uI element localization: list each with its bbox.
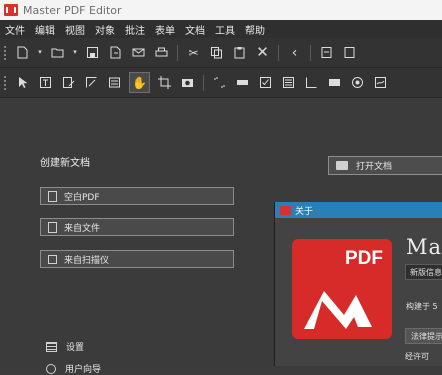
checkbox-icon[interactable] — [257, 74, 274, 91]
toolbar-separator — [177, 44, 178, 61]
blank-pdf-label: 空白PDF — [64, 192, 100, 203]
menu-help[interactable]: 帮助 — [240, 22, 270, 37]
toolbar-grip[interactable] — [3, 45, 7, 60]
menu-form[interactable]: 表单 — [150, 22, 180, 37]
create-new-doc-heading: 创建新文档 — [40, 158, 90, 169]
hand-icon[interactable]: ✋ — [129, 72, 150, 93]
tab-legal[interactable]: 法律提示 — [405, 328, 442, 344]
about-dialog: 关于 PDF Mast 新版信息 构建于 5 法律提示 经许可 — [274, 202, 442, 366]
user-guide-label: 用户向导 — [65, 365, 102, 375]
email-icon[interactable] — [130, 44, 147, 61]
dropdown-arrow-icon[interactable]: ▾ — [72, 44, 78, 61]
signature-icon[interactable] — [372, 74, 389, 91]
help-icon — [46, 363, 56, 374]
blank-pdf-button[interactable]: 空白PDF — [40, 187, 234, 205]
save-as-icon[interactable] — [107, 44, 124, 61]
master-pdf-logo: PDF — [292, 239, 392, 339]
menu-annotation[interactable]: 批注 — [120, 22, 150, 37]
open-icon[interactable] — [49, 44, 66, 61]
app-logo-icon — [280, 205, 291, 215]
menu-tools[interactable]: 工具 — [210, 22, 240, 37]
open-document-button[interactable]: 打开文档 — [328, 156, 442, 175]
textfield-icon[interactable] — [234, 74, 251, 91]
menu-bar: 文件 编辑 视图 对象 批注 表单 文档 工具 帮助 — [0, 20, 442, 38]
about-app-name: Mast — [406, 235, 442, 259]
menu-edit[interactable]: 编辑 — [30, 22, 60, 37]
save-icon[interactable] — [84, 44, 101, 61]
edit-object-icon[interactable] — [83, 74, 100, 91]
settings-label: 设置 — [66, 343, 85, 353]
from-file-label: 来自文件 — [64, 223, 101, 234]
scanner-icon — [48, 254, 57, 264]
legal-text: 经许可 — [405, 352, 429, 361]
user-guide-link[interactable]: 用户向导 — [46, 362, 101, 375]
back-icon[interactable]: ‹ — [286, 44, 303, 61]
menu-view[interactable]: 视图 — [60, 22, 90, 37]
toolbar-grip[interactable] — [3, 75, 7, 90]
delete-icon[interactable]: ✕ — [254, 44, 271, 61]
window-title: Master PDF Editor — [23, 3, 122, 17]
new-doc-icon[interactable] — [14, 44, 31, 61]
app-logo-icon — [4, 4, 18, 16]
file-icon — [48, 221, 57, 233]
logo-m-shape — [304, 291, 372, 329]
build-info: 构建于 5 — [406, 302, 438, 311]
tools-toolbar: ✋ — [0, 68, 442, 98]
radio-circle-icon[interactable] — [349, 74, 366, 91]
blank-page-icon — [48, 190, 57, 202]
settings-link[interactable]: 设置 — [46, 340, 84, 353]
toolbar-separator — [278, 44, 279, 61]
about-dialog-title: 关于 — [295, 206, 314, 217]
paste-icon[interactable] — [231, 44, 248, 61]
page-icon[interactable] — [318, 44, 335, 61]
menu-file[interactable]: 文件 — [0, 22, 30, 37]
cut-icon[interactable]: ✂ — [185, 44, 202, 61]
from-scanner-button[interactable]: 来自扫描仪 — [40, 250, 234, 268]
open-document-label: 打开文档 — [356, 162, 393, 172]
link-icon[interactable] — [211, 74, 228, 91]
crop-icon[interactable] — [156, 74, 173, 91]
print-icon[interactable] — [153, 44, 170, 61]
listbox-icon[interactable] — [280, 74, 297, 91]
text-icon[interactable] — [37, 74, 54, 91]
select-cursor-icon[interactable] — [14, 74, 31, 91]
tab-whats-new[interactable]: 新版信息 — [405, 264, 442, 280]
image-icon[interactable] — [179, 74, 196, 91]
toolbar-separator — [310, 44, 311, 61]
from-file-button[interactable]: 来自文件 — [40, 218, 234, 236]
copy-icon[interactable] — [208, 44, 225, 61]
folder-icon — [336, 161, 348, 170]
start-page: 创建新文档 空白PDF 来自文件 来自扫描仪 打开文档 设置 用户向导 关于 P… — [0, 98, 442, 375]
about-dialog-titlebar[interactable]: 关于 — [275, 202, 442, 218]
combo-icon[interactable] — [303, 74, 320, 91]
toolbar-separator — [203, 74, 204, 91]
main-toolbar: ▾ ▾ ✂ ✕ ‹ — [0, 38, 442, 68]
settings-icon — [46, 341, 57, 352]
form-icon[interactable] — [106, 74, 123, 91]
from-scanner-label: 来自扫描仪 — [64, 255, 110, 266]
title-bar: Master PDF Editor — [0, 0, 442, 20]
menu-document[interactable]: 文档 — [180, 22, 210, 37]
dropdown-arrow-icon[interactable]: ▾ — [37, 44, 43, 61]
page-down-icon[interactable] — [341, 44, 358, 61]
menu-object[interactable]: 对象 — [90, 22, 120, 37]
edit-text-icon[interactable] — [60, 74, 77, 91]
button-icon[interactable] — [326, 74, 343, 91]
